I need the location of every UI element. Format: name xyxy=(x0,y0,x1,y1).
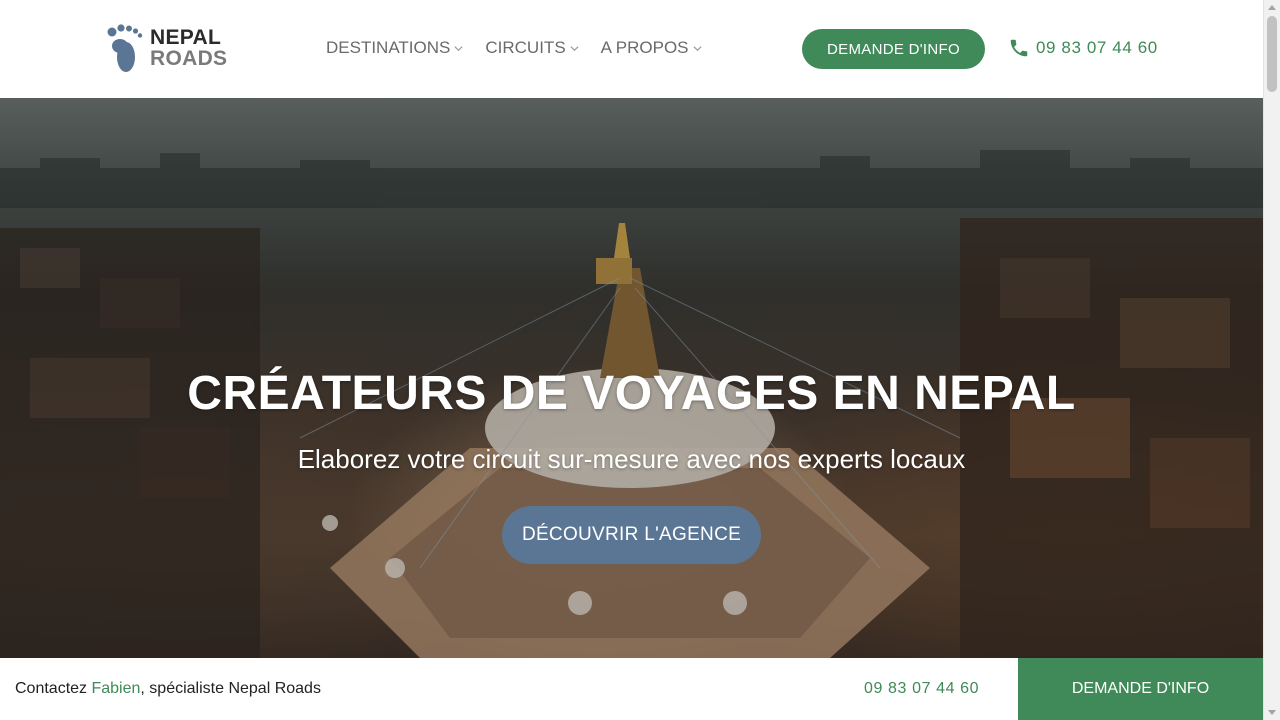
nav-item-a-propos[interactable]: A PROPOS xyxy=(601,38,702,58)
contact-text: Contactez Fabien, spécialiste Nepal Road… xyxy=(15,680,321,698)
bottom-phone-link[interactable]: 09 83 07 44 60 xyxy=(864,680,979,698)
hero-section: CRÉATEURS DE VOYAGES EN NEPAL Elaborez v… xyxy=(0,98,1263,658)
nav-item-label: CIRCUITS xyxy=(485,38,566,57)
contact-suffix: , spécialiste Nepal Roads xyxy=(140,680,321,697)
site-header: NEPAL ROADS DESTINATIONS CIRCUITS A PROP… xyxy=(0,0,1263,98)
footprint-logo-icon xyxy=(107,24,143,72)
demande-info-button[interactable]: DEMANDE D'INFO xyxy=(802,29,985,69)
nav-item-circuits[interactable]: CIRCUITS xyxy=(485,38,579,58)
scroll-down-arrow-icon[interactable] xyxy=(1268,710,1276,715)
scrollbar-thumb[interactable] xyxy=(1267,16,1277,92)
nav-item-label: A PROPOS xyxy=(600,38,689,57)
nav-item-label: DESTINATIONS xyxy=(326,38,451,57)
hero-title: CRÉATEURS DE VOYAGES EN NEPAL xyxy=(187,367,1076,420)
logo-line-roads: ROADS xyxy=(150,47,228,70)
hero-subtitle: Elaborez votre circuit sur-mesure avec n… xyxy=(297,444,966,474)
logo-line-nepal: NEPAL xyxy=(150,26,222,49)
logo-text: NEPAL ROADS xyxy=(150,27,227,69)
contact-name-link[interactable]: Fabien xyxy=(91,680,140,697)
chevron-down-icon xyxy=(570,45,579,51)
scroll-up-arrow-icon[interactable] xyxy=(1268,5,1276,10)
bottom-demande-info-button[interactable]: DEMANDE D'INFO xyxy=(1018,658,1263,720)
contact-prefix: Contactez xyxy=(15,680,92,697)
nepal-roads-logo[interactable]: NEPAL ROADS xyxy=(106,24,236,74)
chevron-down-icon xyxy=(454,45,463,51)
header-phone-number: 09 83 07 44 60 xyxy=(1036,38,1158,57)
header-phone-link[interactable]: 09 83 07 44 60 xyxy=(1008,37,1158,59)
main-nav: DESTINATIONS CIRCUITS A PROPOS xyxy=(326,38,702,58)
phone-icon xyxy=(1010,39,1028,57)
nav-item-destinations[interactable]: DESTINATIONS xyxy=(326,38,463,58)
page-scrollbar[interactable] xyxy=(1263,0,1280,720)
sticky-contact-bar: Contactez Fabien, spécialiste Nepal Road… xyxy=(0,658,1263,720)
chevron-down-icon xyxy=(693,45,702,51)
decouvrir-agence-button[interactable]: DÉCOUVRIR L'AGENCE xyxy=(502,506,761,564)
